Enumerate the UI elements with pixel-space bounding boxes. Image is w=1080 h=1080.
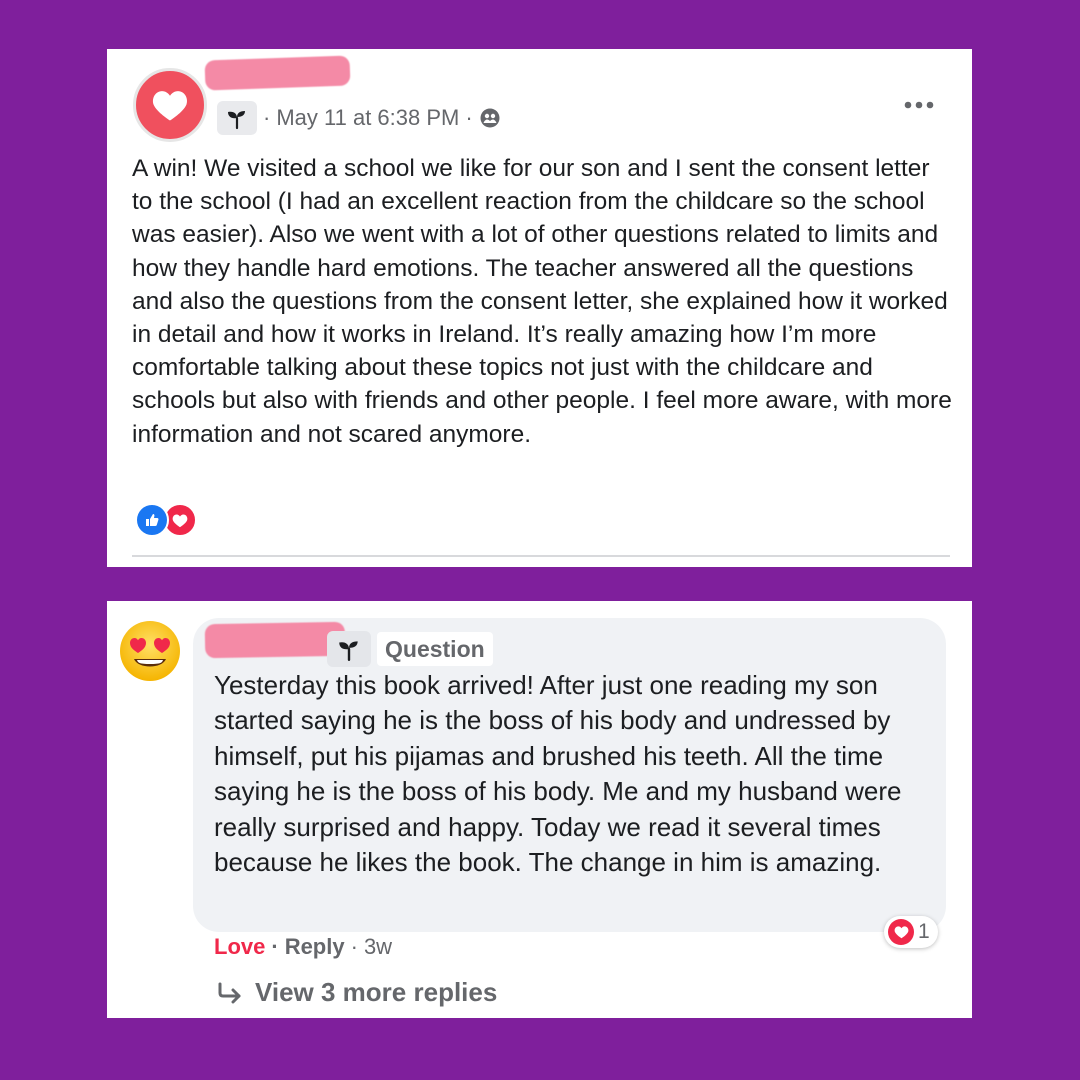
meta-separator: · xyxy=(263,105,271,130)
post-reactions[interactable] xyxy=(135,503,197,537)
like-icon xyxy=(135,503,169,537)
post-body: A win! We visited a school we like for o… xyxy=(132,155,952,448)
heart-icon xyxy=(152,91,188,121)
member-badge[interactable] xyxy=(327,631,371,667)
sprout-icon xyxy=(228,111,245,130)
comment-card: Question Yesterday this book arrived! Af… xyxy=(107,601,972,1018)
view-replies-label: View 3 more replies xyxy=(255,977,498,1007)
comment-actions: Love · Reply · 3w xyxy=(214,934,392,960)
comment-reaction-count[interactable]: 1 xyxy=(884,916,938,948)
reply-button[interactable]: Reply xyxy=(285,934,345,960)
comment-body: Yesterday this book arrived! After just … xyxy=(214,670,902,878)
reaction-count: 1 xyxy=(918,920,930,943)
sprout-icon xyxy=(339,641,358,662)
redacted-commenter-name xyxy=(204,621,346,659)
more-horizontal-icon xyxy=(904,101,934,109)
heart-eyes-emoji-avatar[interactable] xyxy=(118,619,182,683)
action-separator: · xyxy=(271,934,279,959)
action-separator: · xyxy=(350,934,358,959)
group-audience-icon xyxy=(480,108,500,128)
love-action-button[interactable]: Love xyxy=(214,934,265,960)
meta-separator: · xyxy=(465,105,473,130)
question-tag[interactable]: Question xyxy=(377,632,493,666)
love-icon xyxy=(888,919,914,945)
redacted-author-name xyxy=(204,55,351,91)
comment-time[interactable]: 3w xyxy=(364,934,392,960)
more-options-button[interactable] xyxy=(904,87,934,113)
divider xyxy=(132,555,950,557)
post-meta: · May 11 at 6:38 PM · xyxy=(263,105,501,131)
reply-arrow-icon xyxy=(218,982,241,1003)
group-avatar[interactable] xyxy=(133,68,207,142)
post-card: · May 11 at 6:38 PM · A win! We visited … xyxy=(107,49,972,567)
member-badge[interactable] xyxy=(217,101,257,135)
post-timestamp[interactable]: May 11 at 6:38 PM xyxy=(276,105,459,131)
view-more-replies-button[interactable]: View 3 more replies xyxy=(217,977,497,1008)
